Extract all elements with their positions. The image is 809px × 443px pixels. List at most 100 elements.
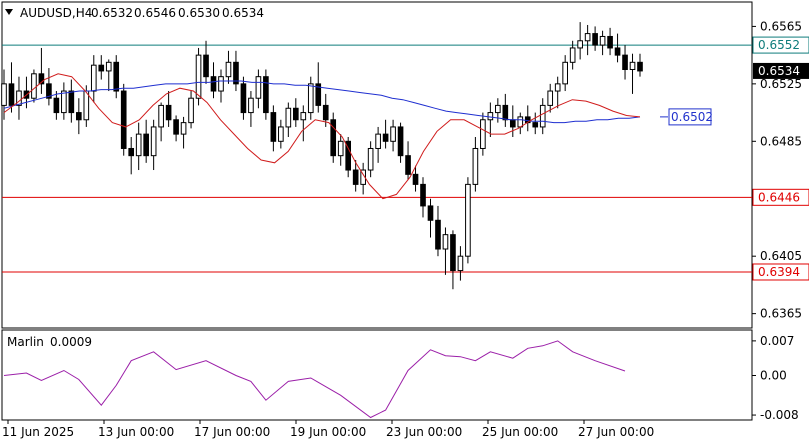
- candle-body-bull: [83, 90, 90, 121]
- candle-body-bull: [300, 112, 307, 121]
- candle-body-bull: [188, 97, 194, 124]
- time-tick-label: 27 Jun 00:00: [578, 425, 654, 439]
- time-tick-label: 23 Jun 00:00: [386, 425, 462, 439]
- candle-body-bull: [599, 35, 606, 46]
- ohlc-open: 0.6532: [91, 6, 133, 20]
- ohlc-close: 0.6534: [222, 6, 264, 20]
- candle-body-bear: [240, 83, 247, 114]
- symbol-title: AUDUSD,H4: [20, 6, 92, 20]
- candle-body-bear: [210, 76, 217, 92]
- ohlc-high: 0.6546: [134, 6, 176, 20]
- candle-body-bull: [390, 126, 396, 142]
- candle-body-bear: [637, 61, 643, 72]
- candle-body-bull: [105, 61, 112, 72]
- candle-body-bull: [90, 64, 97, 92]
- annotation-text: 0.6502: [671, 110, 713, 124]
- price-chart[interactable]: 0.65650.65250.64850.64450.64050.63650.65…: [0, 0, 809, 443]
- level-price-text: 0.6394: [758, 265, 800, 279]
- candle-body-bear: [203, 54, 209, 78]
- candle-body-bull: [307, 83, 314, 114]
- candle-body-bear: [435, 219, 441, 250]
- candle-body-bull: [248, 97, 254, 114]
- candle-body-bear: [98, 64, 105, 72]
- candle-body-bear: [68, 90, 75, 114]
- candle-body-bear: [502, 104, 509, 121]
- candle-body-bull: [442, 234, 449, 250]
- candle-body-bull: [218, 76, 224, 92]
- candle-body-bull: [465, 183, 471, 257]
- candle-body-bull: [480, 119, 486, 149]
- candle-body-bear: [113, 61, 120, 92]
- candle-body-bear: [532, 122, 539, 128]
- main-panel-frame: [1, 1, 753, 329]
- candle: [263, 69, 269, 120]
- candle-body-bear: [622, 54, 628, 70]
- current-price-text: 0.6534: [758, 64, 800, 78]
- candle-body-bear: [270, 112, 277, 142]
- candle-body-bull: [285, 107, 292, 128]
- candle-body-bear: [397, 126, 404, 157]
- price-label-current: 0.6534: [753, 62, 809, 79]
- candle-body-bear: [53, 97, 60, 114]
- level-price-text: 0.6552: [758, 38, 800, 52]
- price-tick-label: 0.6365: [760, 307, 802, 321]
- candle-body-bear: [352, 169, 359, 185]
- candle-body-bear: [143, 133, 149, 157]
- time-tick-label: 11 Jun 2025: [2, 425, 74, 439]
- level-price-text: 0.6446: [758, 190, 800, 204]
- time-tick-label: 17 Jun 00:00: [194, 425, 270, 439]
- candle-body-bear: [322, 104, 329, 121]
- candle-body-bear: [405, 155, 411, 175]
- time-tick-label: 19 Jun 00:00: [290, 425, 366, 439]
- price-tick-label: 0.6525: [760, 77, 802, 91]
- candle-body-bull: [472, 147, 479, 185]
- candle-body-bear: [8, 83, 15, 106]
- price-label-level: 0.6394: [752, 263, 809, 281]
- candle-body-bear: [607, 35, 613, 49]
- candle-body-bull: [31, 73, 37, 99]
- time-axis: 11 Jun 2025 13 Jun 00:00 17 Jun 00:00 19 Ju…: [2, 420, 654, 439]
- candle-body-bear: [450, 234, 456, 272]
- candle-body-bull: [135, 133, 142, 157]
- candle-body-bull: [554, 83, 561, 92]
- candle-body-bull: [16, 90, 22, 106]
- indicator-tick-label: 0.00: [760, 368, 787, 382]
- candle-body-bull: [629, 61, 636, 70]
- candle: [120, 83, 127, 156]
- indicator-name: Marlin: [7, 335, 44, 349]
- candle-body-bull: [255, 76, 262, 99]
- candle-body-bull: [495, 104, 501, 114]
- candle-body-bull: [278, 126, 284, 142]
- candle-body-bull: [517, 116, 524, 128]
- candle-body-bear: [420, 183, 426, 207]
- indicator-panel-frame: [1, 329, 753, 421]
- candle: [31, 69, 37, 103]
- candle-body-bull: [562, 61, 568, 85]
- candle-body-bear: [263, 76, 269, 114]
- candle-body-bull: [1, 83, 7, 106]
- candle-body-bull: [584, 33, 591, 42]
- candle-body-bear: [509, 119, 516, 128]
- candle-body-bull: [195, 54, 202, 99]
- candle: [330, 112, 337, 163]
- candle-body-bull: [487, 112, 494, 121]
- candle-body-bull: [569, 47, 576, 63]
- indicator-value: 0.0009: [50, 335, 92, 349]
- ohlc-low: 0.6530: [178, 6, 220, 20]
- candle-body-bull: [457, 255, 464, 272]
- price-tick-label: 0.6485: [760, 134, 802, 148]
- candle-body-bear: [614, 47, 621, 56]
- candle-body-bull: [158, 104, 164, 128]
- candle-body-bear: [120, 90, 127, 149]
- candle-body-bear: [173, 119, 179, 135]
- time-tick-label: 25 Jun 00:00: [482, 425, 558, 439]
- candle-body-bull: [225, 61, 232, 78]
- candle-body-bear: [165, 104, 172, 121]
- candle-body-bull: [375, 133, 381, 149]
- candle-body-bull: [337, 140, 344, 157]
- candle-body-bull: [577, 40, 583, 49]
- candle-body-bear: [76, 112, 82, 121]
- candle: [465, 177, 471, 264]
- candle-body-bear: [427, 205, 434, 221]
- candle-body-bull: [539, 104, 546, 128]
